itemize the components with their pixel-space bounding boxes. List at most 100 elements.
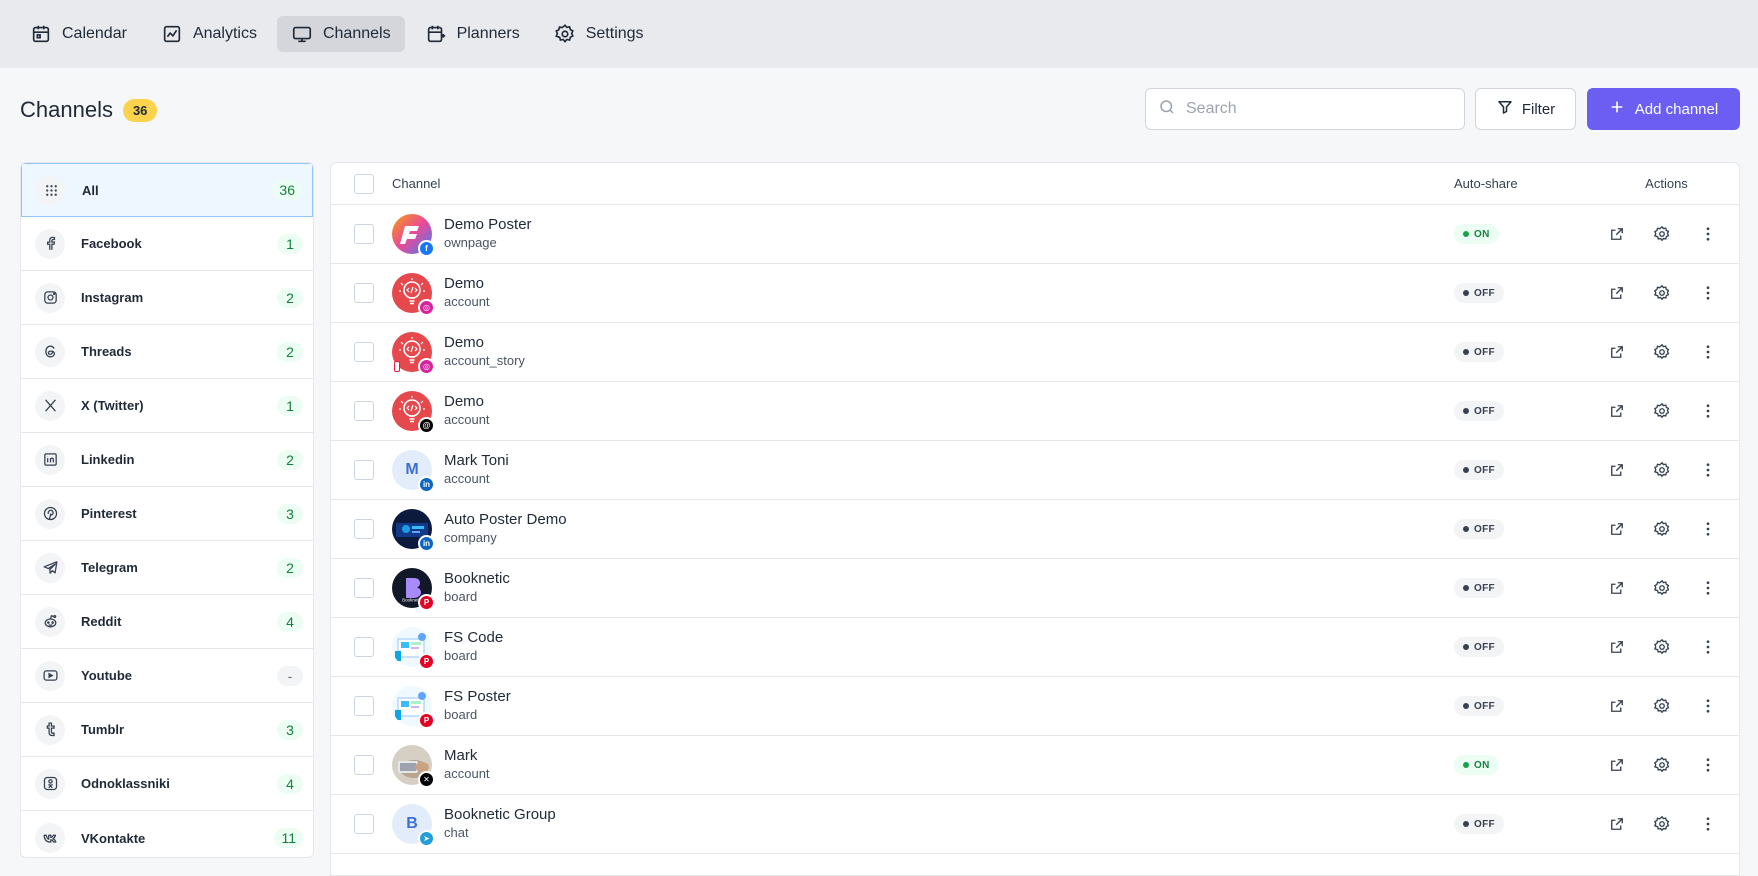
nav-label: Settings — [585, 25, 644, 42]
row-checkbox[interactable] — [353, 519, 374, 539]
open-channel-button[interactable] — [1608, 225, 1626, 243]
table-row: B ➤ Booknetic Group chat OFF — [331, 795, 1739, 854]
sidebar-item-x-twitter[interactable]: X (Twitter) 1 — [21, 379, 313, 433]
row-checkbox[interactable] — [353, 342, 374, 362]
sidebar-item-label: Reddit — [81, 614, 122, 629]
autoshare-toggle[interactable]: OFF — [1454, 401, 1504, 421]
channel-settings-button[interactable] — [1653, 225, 1671, 243]
more-options-button[interactable] — [1699, 756, 1717, 774]
open-channel-button[interactable] — [1608, 638, 1626, 656]
more-options-button[interactable] — [1699, 697, 1717, 715]
more-options-button[interactable] — [1699, 815, 1717, 833]
sidebar-item-all[interactable]: All 36 — [21, 163, 313, 217]
nav-analytics[interactable]: Analytics — [147, 16, 271, 52]
filter-button[interactable]: Filter — [1475, 88, 1576, 130]
open-channel-button[interactable] — [1608, 815, 1626, 833]
autoshare-toggle[interactable]: OFF — [1454, 696, 1504, 716]
channel-settings-button[interactable] — [1653, 756, 1671, 774]
row-checkbox[interactable] — [353, 696, 374, 716]
channel-name: Auto Poster Demo — [444, 511, 567, 528]
autoshare-status: OFF — [1474, 582, 1495, 594]
sidebar-item-reddit[interactable]: Reddit 4 — [21, 595, 313, 649]
nav-calendar[interactable]: Calendar — [16, 16, 141, 52]
sidebar-item-odnoklassniki[interactable]: Odnoklassniki 4 — [21, 757, 313, 811]
open-channel-button[interactable] — [1608, 461, 1626, 479]
sidebar-item-count: 1 — [277, 395, 303, 416]
nav-settings[interactable]: Settings — [540, 16, 658, 52]
autoshare-toggle[interactable]: OFF — [1454, 283, 1504, 303]
nav-channels[interactable]: Channels — [276, 16, 405, 52]
sidebar-item-telegram[interactable]: Telegram 2 — [21, 541, 313, 595]
status-dot — [1463, 231, 1469, 237]
channel-settings-button[interactable] — [1653, 343, 1671, 361]
channel-settings-button[interactable] — [1653, 284, 1671, 302]
autoshare-toggle[interactable]: OFF — [1454, 637, 1504, 657]
channel-settings-button[interactable] — [1653, 579, 1671, 597]
more-options-button[interactable] — [1699, 402, 1717, 420]
autoshare-toggle[interactable]: ON — [1454, 755, 1499, 775]
open-channel-button[interactable] — [1608, 579, 1626, 597]
autoshare-toggle[interactable]: OFF — [1454, 814, 1504, 834]
row-checkbox[interactable] — [353, 283, 374, 303]
more-options-button[interactable] — [1699, 638, 1717, 656]
sidebar-item-linkedin[interactable]: Linkedin 2 — [21, 433, 313, 487]
channel-settings-button[interactable] — [1653, 402, 1671, 420]
open-channel-button[interactable] — [1608, 520, 1626, 538]
row-checkbox[interactable] — [353, 578, 374, 598]
channel-name: Demo — [444, 275, 485, 292]
plus-icon — [1609, 99, 1625, 119]
channel-avatar: in — [392, 509, 435, 552]
row-checkbox[interactable] — [353, 460, 374, 480]
open-channel-button[interactable] — [1608, 343, 1626, 361]
sidebar-item-facebook[interactable]: Facebook 1 — [21, 217, 313, 271]
filter-icon — [1496, 98, 1514, 120]
nav-planners[interactable]: Planners — [411, 16, 534, 52]
row-checkbox[interactable] — [353, 401, 374, 421]
row-checkbox[interactable] — [353, 755, 374, 775]
more-options-button[interactable] — [1699, 343, 1717, 361]
autoshare-toggle[interactable]: ON — [1454, 224, 1499, 244]
add-channel-label: Add channel — [1634, 100, 1719, 118]
autoshare-toggle[interactable]: OFF — [1454, 460, 1504, 480]
channel-settings-button[interactable] — [1653, 638, 1671, 656]
channel-settings-button[interactable] — [1653, 461, 1671, 479]
autoshare-toggle[interactable]: OFF — [1454, 519, 1504, 539]
open-channel-button[interactable] — [1608, 402, 1626, 420]
channel-settings-button[interactable] — [1653, 520, 1671, 538]
sidebar-item-pinterest[interactable]: Pinterest 3 — [21, 487, 313, 541]
sidebar-item-instagram[interactable]: Instagram 2 — [21, 271, 313, 325]
open-channel-button[interactable] — [1608, 697, 1626, 715]
channel-settings-button[interactable] — [1653, 697, 1671, 715]
sidebar-item-count: 2 — [277, 341, 303, 362]
channel-avatar: @ — [392, 391, 435, 434]
channel-name: Demo — [444, 393, 485, 410]
row-checkbox[interactable] — [353, 637, 374, 657]
x-icon — [35, 390, 65, 421]
sidebar-item-threads[interactable]: Threads 2 — [21, 325, 313, 379]
table-row: ◎ Demo account OFF — [331, 264, 1739, 323]
row-checkbox[interactable] — [353, 224, 374, 244]
add-channel-button[interactable]: Add channel — [1587, 88, 1740, 130]
more-options-button[interactable] — [1699, 225, 1717, 243]
select-all-checkbox[interactable] — [353, 173, 374, 194]
top-navigation: Calendar Analytics Channels Planners Setting… — [0, 0, 1758, 68]
row-checkbox[interactable] — [353, 814, 374, 834]
more-options-button[interactable] — [1699, 284, 1717, 302]
table-body: f Demo Poster ownpage ON ◎ Demo account OFF ◎ Dem… — [331, 205, 1739, 854]
more-options-button[interactable] — [1699, 579, 1717, 597]
channel-settings-button[interactable] — [1653, 815, 1671, 833]
sidebar-item-tumblr[interactable]: Tumblr 3 — [21, 703, 313, 757]
more-options-button[interactable] — [1699, 520, 1717, 538]
autoshare-toggle[interactable]: OFF — [1454, 342, 1504, 362]
open-channel-button[interactable] — [1608, 756, 1626, 774]
sidebar-item-vkontakte[interactable]: VKontakte 11 — [21, 811, 313, 857]
open-channel-button[interactable] — [1608, 284, 1626, 302]
threads-badge-icon: @ — [418, 417, 435, 434]
channel-count-badge: 36 — [122, 98, 158, 122]
monitor-icon — [291, 23, 313, 45]
more-options-button[interactable] — [1699, 461, 1717, 479]
autoshare-toggle[interactable]: OFF — [1454, 578, 1504, 598]
channel-type: account — [444, 471, 490, 486]
sidebar-item-youtube[interactable]: Youtube - — [21, 649, 313, 703]
search-input[interactable] — [1186, 100, 1436, 118]
